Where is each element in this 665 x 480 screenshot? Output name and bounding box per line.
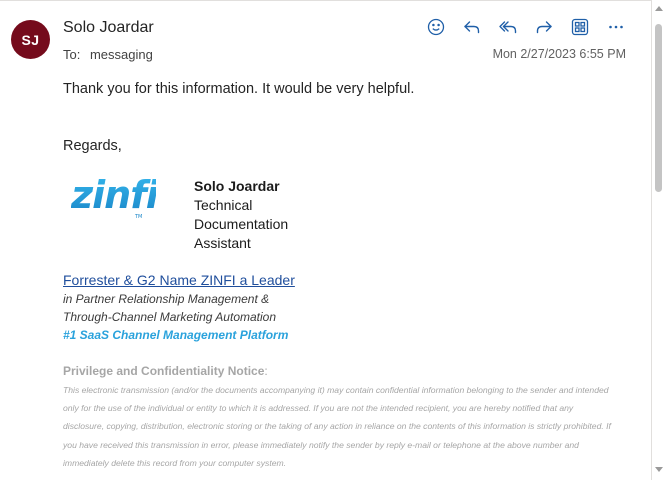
notice-line: only for the use of the individual or en… (63, 403, 574, 414)
scroll-up-arrow-icon[interactable] (655, 6, 663, 11)
message-actions (424, 15, 640, 39)
sender-name[interactable]: Solo Joardar (63, 19, 154, 37)
message-date: Mon 2/27/2023 6:55 PM (492, 47, 626, 61)
forrester-g2-link[interactable]: Forrester & G2 Name ZINFI a Leader (63, 272, 295, 288)
zinfi-logo: zinfi TM (71, 173, 156, 220)
message-closing: Regards, (63, 138, 122, 154)
reply-icon[interactable] (460, 15, 484, 39)
notice-line: you have received this transmission in e… (63, 439, 579, 450)
recipient-line: To: messaging (63, 47, 153, 62)
confidentiality-notice-title: Privilege and Confidentiality Notice: (63, 364, 268, 378)
notice-title-colon: : (264, 364, 268, 378)
scroll-down-arrow-icon[interactable] (655, 467, 663, 472)
signature-tagline: Through-Channel Marketing Automation (63, 310, 277, 324)
message-line: Thank you for this information. It would… (63, 81, 415, 97)
confidentiality-notice-body: This electronic transmission (and/or the… (63, 381, 623, 472)
notice-line: disclosure, copying, distribution, elect… (63, 421, 611, 432)
signature-title-line: Technical (194, 197, 253, 213)
scrollbar-thumb[interactable] (655, 24, 662, 192)
notice-title-text: Privilege and Confidentiality Notice (63, 364, 265, 378)
signature-name: Solo Joardar (194, 178, 280, 194)
reply-all-icon[interactable] (496, 15, 520, 39)
signature-tagline-highlight: #1 SaaS Channel Management Platform (63, 328, 289, 342)
avatar[interactable]: SJ (11, 20, 50, 59)
notice-line: This electronic transmission (and/or the… (63, 385, 609, 395)
recipient-name[interactable]: messaging (90, 47, 153, 62)
logo-trademark: TM (134, 214, 142, 220)
more-icon[interactable] (604, 15, 628, 39)
signature-title-line: Documentation (194, 216, 289, 232)
signature-block: Solo Joardar Technical Documentation Ass… (194, 177, 288, 253)
notice-line: immediately delete this record from your… (63, 457, 287, 468)
forward-icon[interactable] (532, 15, 556, 39)
to-label: To: (63, 47, 81, 62)
signature-tagline: in Partner Relationship Management & (63, 292, 270, 306)
emoji-icon[interactable] (424, 15, 448, 39)
logo-wordmark: zinfi (71, 173, 156, 217)
signature-title-line: Assistant (194, 235, 251, 251)
apps-icon[interactable] (568, 15, 592, 39)
